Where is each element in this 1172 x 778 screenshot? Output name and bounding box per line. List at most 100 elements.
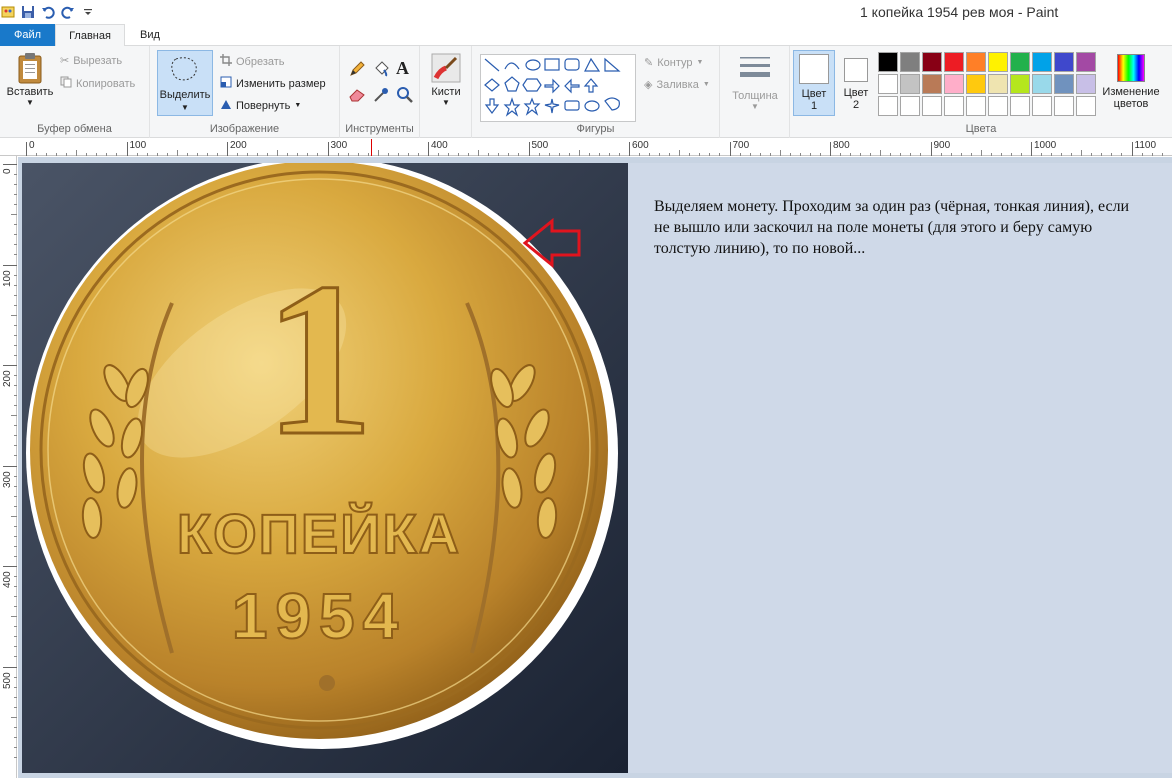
palette-swatch[interactable] (1054, 52, 1074, 72)
ruler-minor-tick (14, 334, 17, 336)
ruler-minor-tick (14, 746, 17, 748)
cut-button[interactable]: ✂ Вырезать (60, 54, 122, 68)
color1-label: Цвет (801, 88, 827, 100)
eraser-icon[interactable] (348, 88, 366, 105)
brushes-button[interactable]: Кисти ▼ (426, 52, 466, 107)
redo-icon[interactable] (60, 4, 76, 20)
ruler-minor-tick (14, 254, 17, 256)
palette-swatch[interactable] (944, 96, 964, 116)
palette-swatch[interactable] (988, 96, 1008, 116)
ruler-minor-tick (14, 656, 17, 658)
ruler-minor-tick (1101, 153, 1103, 156)
palette-swatch[interactable] (878, 96, 898, 116)
palette-swatch[interactable] (878, 74, 898, 94)
drawing-canvas[interactable]: 1 КОПЕЙКА 1954 (22, 163, 628, 773)
size-button[interactable]: Толщина ▼ (730, 52, 780, 111)
ruler-tick (629, 142, 630, 156)
save-icon[interactable] (20, 4, 36, 20)
ruler-minor-tick (14, 736, 17, 738)
paste-button[interactable]: Вставить ▼ (4, 52, 56, 107)
color1-button[interactable]: Цвет 1 (793, 50, 835, 116)
resize-button[interactable]: Изменить размер (220, 76, 326, 91)
palette-swatch[interactable] (1032, 52, 1052, 72)
fill-dropdown[interactable]: ◈ Заливка ▼ (644, 78, 710, 92)
ruler-minor-tick (11, 314, 17, 316)
color-picker-icon[interactable] (372, 86, 390, 107)
palette-swatch[interactable] (966, 96, 986, 116)
ruler-minor-tick (639, 153, 641, 156)
ruler-tick (3, 666, 17, 668)
ruler-minor-tick (478, 150, 480, 156)
palette-swatch[interactable] (1010, 96, 1030, 116)
fill-bucket-icon[interactable] (372, 60, 390, 81)
ribbon-tabs: Файл Главная Вид (0, 24, 1172, 47)
ruler-minor-tick (186, 153, 188, 156)
ruler-minor-tick (870, 153, 872, 156)
magnifier-icon[interactable] (396, 86, 414, 107)
ruler-minor-tick (14, 586, 17, 588)
palette-swatch[interactable] (1076, 74, 1096, 94)
tab-view[interactable]: Вид (125, 24, 175, 46)
ruler-tick-label: 800 (833, 140, 850, 151)
ruler-minor-tick (799, 153, 801, 156)
palette-swatch[interactable] (988, 74, 1008, 94)
palette-swatch[interactable] (1076, 96, 1096, 116)
palette-swatch[interactable] (1032, 96, 1052, 116)
ruler-tick (3, 264, 17, 266)
palette-swatch[interactable] (1076, 52, 1096, 72)
text-icon[interactable]: A (396, 58, 409, 79)
ruler-tick-label: 300 (2, 470, 13, 488)
palette-swatch[interactable] (1010, 74, 1030, 94)
undo-icon[interactable] (40, 4, 56, 20)
ruler-minor-tick (548, 153, 550, 156)
select-label: Выделить (159, 89, 211, 101)
copy-button[interactable]: Копировать (60, 76, 135, 91)
palette-swatch[interactable] (922, 52, 942, 72)
ruler-minor-tick (789, 153, 791, 156)
ruler-minor-tick (14, 344, 17, 346)
outline-dropdown[interactable]: ✎ Контур ▼ (644, 56, 703, 70)
vertical-ruler: 0 100 200 300 400 500 (0, 156, 17, 778)
ruler-minor-tick (136, 153, 138, 156)
palette-swatch[interactable] (944, 74, 964, 94)
crop-button[interactable]: Обрезать (220, 54, 285, 69)
pencil-icon[interactable] (348, 60, 366, 81)
palette-swatch[interactable] (944, 52, 964, 72)
palette-swatch[interactable] (1054, 96, 1074, 116)
palette-swatch[interactable] (1032, 74, 1052, 94)
customize-qat-icon[interactable] (80, 4, 96, 20)
palette-swatch[interactable] (900, 52, 920, 72)
ruler-minor-tick (14, 375, 17, 377)
ruler-minor-tick (14, 445, 17, 447)
ruler-tick-label: 600 (632, 140, 649, 151)
rotate-button[interactable]: Повернуть ▼ (220, 98, 301, 113)
edit-colors-button[interactable]: Изменение цветов (1096, 50, 1166, 116)
palette-swatch[interactable] (966, 52, 986, 72)
shapes-gallery-icons[interactable] (481, 55, 635, 121)
ruler-minor-tick (669, 153, 671, 156)
ruler-tick-label: 500 (2, 671, 13, 689)
tab-file[interactable]: Файл (0, 24, 55, 46)
fill-label: Заливка (656, 78, 699, 91)
shapes-gallery (480, 54, 636, 122)
tab-home[interactable]: Главная (55, 24, 125, 47)
select-button[interactable]: Выделить ▼ (157, 50, 213, 116)
palette-swatch[interactable] (922, 96, 942, 116)
palette-swatch[interactable] (900, 96, 920, 116)
chevron-down-icon: ▼ (294, 102, 302, 109)
palette-swatch[interactable] (988, 52, 1008, 72)
ruler-tick (126, 142, 128, 156)
ruler-minor-tick (1151, 153, 1153, 156)
color2-button[interactable]: Цвет 2 (838, 50, 874, 116)
palette-swatch[interactable] (900, 74, 920, 94)
palette-swatch[interactable] (878, 52, 898, 72)
paint-app-icon[interactable] (0, 4, 16, 20)
palette-swatch[interactable] (1054, 74, 1074, 94)
crop-label: Обрезать (236, 55, 285, 68)
ruler-minor-tick (960, 153, 962, 156)
ruler-minor-tick (950, 153, 952, 156)
palette-swatch[interactable] (1010, 52, 1030, 72)
ruler-minor-tick (679, 150, 681, 156)
palette-swatch[interactable] (922, 74, 942, 94)
palette-swatch[interactable] (966, 74, 986, 94)
